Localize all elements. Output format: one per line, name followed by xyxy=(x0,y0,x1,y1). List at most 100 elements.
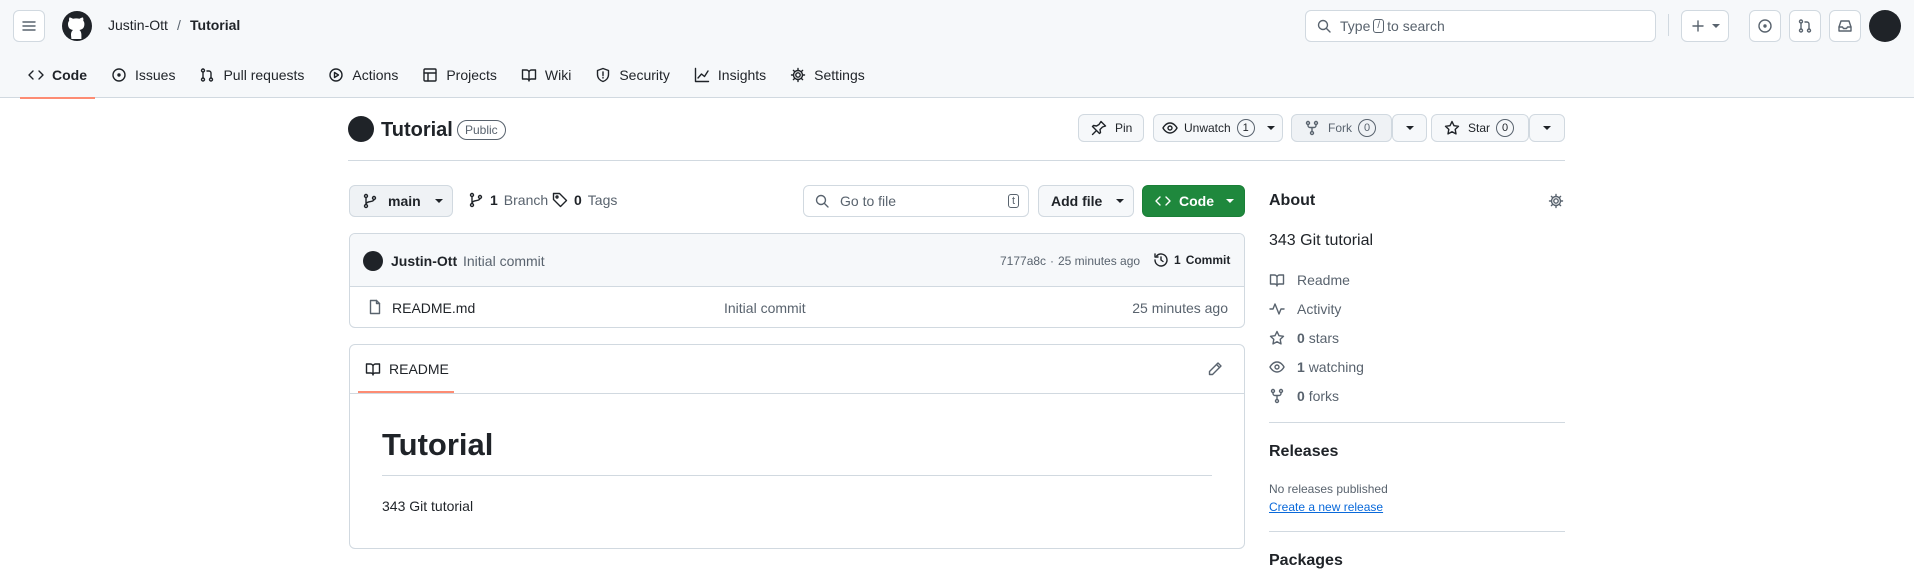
unwatch-button[interactable]: Unwatch 1 xyxy=(1153,114,1283,142)
pull-request-icon xyxy=(201,68,214,82)
about-watching-label: watching xyxy=(1308,359,1364,375)
create-release-link[interactable]: Create a new release xyxy=(1269,500,1383,514)
code-button-label: Code xyxy=(1179,193,1214,209)
sidebar-divider xyxy=(1269,531,1565,532)
tab-security[interactable]: Security xyxy=(587,60,678,90)
packages-title[interactable]: Packages xyxy=(1269,552,1343,570)
readme-heading: Tutorial xyxy=(382,427,494,462)
tab-code-label: Code xyxy=(52,67,87,83)
branches-link[interactable]: 1 Branch xyxy=(468,192,548,208)
tab-issues[interactable]: Issues xyxy=(103,60,183,90)
about-description: 343 Git tutorial xyxy=(1269,232,1374,249)
go-to-file-placeholder: Go to file xyxy=(840,193,897,209)
inbox-button[interactable] xyxy=(1829,10,1861,42)
about-activity-link[interactable]: Activity xyxy=(1269,301,1341,317)
commits-count: 1 xyxy=(1174,253,1181,267)
commit-author[interactable]: Justin-Ott xyxy=(391,253,457,269)
readme-panel: README Tutorial 343 Git tutorial xyxy=(349,344,1245,549)
tab-insights-label: Insights xyxy=(717,67,767,83)
issues-button[interactable] xyxy=(1749,10,1781,42)
breadcrumb-owner[interactable]: Justin-Ott xyxy=(108,17,168,33)
tab-projects[interactable]: Projects xyxy=(414,60,505,90)
add-file-label: Add file xyxy=(1051,193,1103,209)
commit-message[interactable]: Initial commit xyxy=(463,253,545,269)
repo-tabs: Code Issues Pull requests Actions Projec… xyxy=(20,60,881,99)
book-icon xyxy=(521,69,537,82)
code-icon xyxy=(1155,196,1171,206)
tab-security-label: Security xyxy=(619,67,670,83)
user-avatar[interactable] xyxy=(1869,10,1901,42)
commits-link[interactable]: 1 Commit xyxy=(1153,252,1230,268)
tab-settings[interactable]: Settings xyxy=(782,60,873,90)
fork-count: 0 xyxy=(1358,119,1376,137)
about-readme-link[interactable]: Readme xyxy=(1269,272,1350,288)
readme-tab[interactable]: README xyxy=(365,361,449,377)
star-count: 0 xyxy=(1496,119,1515,137)
plus-icon xyxy=(1692,20,1704,32)
branch-select[interactable]: main xyxy=(349,185,453,217)
star-button[interactable]: Star 0 xyxy=(1431,114,1529,142)
fork-button[interactable]: Fork 0 xyxy=(1291,114,1392,142)
graph-icon xyxy=(694,67,710,83)
table-row: README.md Initial commit 25 minutes ago xyxy=(350,287,1244,327)
about-title: About xyxy=(1269,192,1316,209)
tab-actions-label: Actions xyxy=(352,67,399,83)
about-stars-label: stars xyxy=(1308,330,1340,346)
gear-icon[interactable] xyxy=(1548,193,1564,209)
branches-count: 1 xyxy=(490,192,498,208)
tab-wiki-label: Wiki xyxy=(544,67,572,83)
tab-settings-label: Settings xyxy=(814,67,865,83)
branches-label: Branch xyxy=(503,192,549,208)
file-list: Justin-Ott Initial commit 7177a8c · 25 m… xyxy=(349,233,1245,328)
tab-insights[interactable]: Insights xyxy=(686,60,774,90)
about-stars-link[interactable]: 0 stars xyxy=(1269,330,1339,346)
fork-dropdown[interactable] xyxy=(1392,114,1427,142)
menu-button[interactable] xyxy=(13,10,45,42)
eye-icon xyxy=(1162,122,1178,134)
gear-icon xyxy=(790,67,806,83)
fork-label: Fork xyxy=(1328,121,1352,135)
pencil-icon[interactable] xyxy=(1207,361,1223,377)
about-forks-link[interactable]: 0 forks xyxy=(1269,388,1339,404)
history-icon xyxy=(1154,253,1168,267)
issue-icon xyxy=(112,68,126,82)
releases-title[interactable]: Releases xyxy=(1269,443,1338,461)
code-icon xyxy=(28,70,44,80)
hamburger-icon xyxy=(22,21,36,31)
code-button[interactable]: Code xyxy=(1142,185,1245,217)
commit-hash[interactable]: 7177a8c xyxy=(1000,254,1046,268)
pull-requests-button[interactable] xyxy=(1789,10,1821,42)
star-dropdown[interactable] xyxy=(1529,114,1565,142)
tab-pull-requests[interactable]: Pull requests xyxy=(191,60,312,90)
file-commit-message[interactable]: Initial commit xyxy=(724,300,806,316)
repo-title[interactable]: Tutorial xyxy=(381,119,453,142)
tags-link[interactable]: 0 Tags xyxy=(552,192,617,208)
readme-tab-label: README xyxy=(389,361,449,377)
github-logo[interactable] xyxy=(61,10,93,42)
about-watching-link[interactable]: 1 watching xyxy=(1269,359,1364,375)
about-readme-label: Readme xyxy=(1297,272,1350,288)
commits-label: Commit xyxy=(1185,253,1231,267)
about-activity-label: Activity xyxy=(1297,301,1342,317)
go-to-file-input[interactable]: Go to file t xyxy=(803,185,1029,217)
tab-actions[interactable]: Actions xyxy=(320,60,406,90)
tab-wiki[interactable]: Wiki xyxy=(513,60,579,90)
search-input[interactable]: Type / to search xyxy=(1305,10,1656,42)
readme-heading-rule xyxy=(382,475,1212,476)
repo-owner-avatar[interactable] xyxy=(348,116,374,142)
global-header: Justin-Ott / Tutorial Type / to search C… xyxy=(0,0,1914,99)
tags-count: 0 xyxy=(574,192,582,208)
caret-down-icon xyxy=(1266,126,1275,130)
breadcrumb-repo[interactable]: Tutorial xyxy=(190,17,240,33)
file-name[interactable]: README.md xyxy=(392,300,475,316)
add-file-button[interactable]: Add file xyxy=(1038,185,1134,217)
create-new-button[interactable] xyxy=(1681,10,1729,42)
pin-icon xyxy=(1091,120,1107,136)
star-label: Star xyxy=(1468,121,1491,135)
search-icon xyxy=(815,194,829,208)
commit-author-avatar[interactable] xyxy=(363,251,383,271)
about-forks-count: 0 xyxy=(1297,388,1305,404)
pin-button[interactable]: Pin xyxy=(1078,114,1144,142)
tab-code[interactable]: Code xyxy=(20,60,95,99)
issue-icon xyxy=(1758,19,1772,33)
